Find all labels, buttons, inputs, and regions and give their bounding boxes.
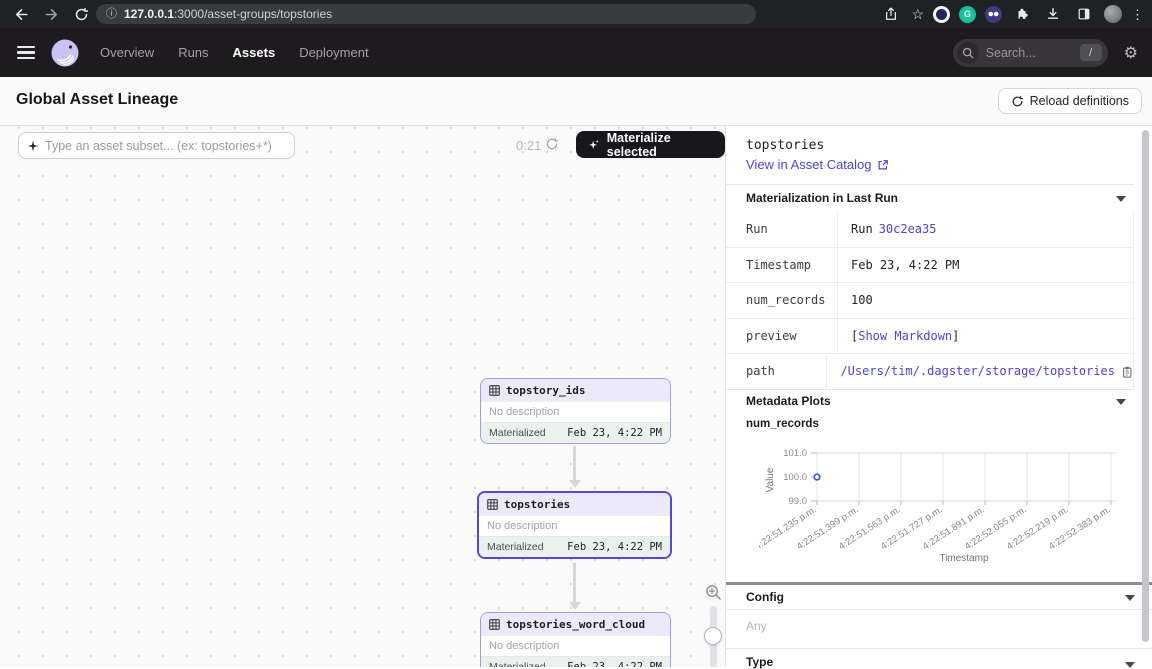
svg-text:100.0: 100.0: [783, 472, 807, 483]
node-status-row: Materialized Feb 23, 4:22 PM: [481, 422, 670, 443]
selected-asset-name: topstories: [746, 138, 824, 153]
sidebar-toggle-icon[interactable]: [1073, 3, 1095, 25]
bookmark-star-icon[interactable]: ☆: [911, 7, 924, 21]
collapse-caret-icon[interactable]: [1116, 399, 1126, 405]
metadata-table: Run Run 30c2ea35 Timestamp Feb 23, 4:22 …: [726, 211, 1134, 389]
extension-grammarly-icon[interactable]: G: [959, 6, 976, 23]
panel-scrollbar[interactable]: [1142, 130, 1149, 642]
global-search[interactable]: /: [953, 39, 1108, 67]
nav-item-deployment[interactable]: Deployment: [299, 45, 368, 60]
show-markdown-link[interactable]: Show Markdown: [858, 329, 952, 343]
node-description: No description: [481, 401, 670, 422]
content-area: 0:21 Materialize selected topstory_ids N…: [0, 125, 1152, 666]
external-link-icon: [877, 159, 889, 171]
lineage-edge-arrowhead: [569, 480, 581, 488]
zoom-slider-handle[interactable]: [704, 627, 722, 645]
refresh-timer: 0:21: [516, 138, 541, 153]
back-icon[interactable]: [10, 3, 32, 25]
metadata-row-preview: preview [Show Markdown]: [726, 318, 1133, 354]
forward-icon[interactable]: [40, 3, 62, 25]
section-metadata-plots[interactable]: Metadata Plots: [726, 389, 1134, 412]
asset-subset-input[interactable]: [45, 139, 286, 153]
search-shortcut-badge: /: [1080, 44, 1102, 61]
metadata-row-timestamp: Timestamp Feb 23, 4:22 PM: [726, 247, 1133, 283]
asset-node-topstories[interactable]: topstories No description Materialized F…: [477, 491, 672, 559]
node-status-row: Materialized Feb 23, 4:22 PM: [481, 656, 670, 667]
num-records-chart: 101.0 100.0 99.0 Value Timestamp 4:22:51…: [759, 441, 1131, 573]
metadata-row-path: path /Users/tim/.dagster/storage/topstor…: [726, 353, 1133, 389]
config-value: Any: [746, 619, 767, 633]
lineage-edge-arrowhead: [569, 602, 581, 610]
path-link[interactable]: /Users/tim/.dagster/storage/topstories: [840, 364, 1115, 378]
page-title: Global Asset Lineage: [16, 91, 178, 109]
asset-node-topstory-ids[interactable]: topstory_ids No description Materialized…: [480, 378, 671, 444]
extensions-puzzle-icon[interactable]: [1011, 3, 1033, 25]
browser-menu-icon[interactable]: ⋮: [1131, 8, 1144, 21]
svg-text:99.0: 99.0: [789, 496, 808, 507]
address-bar[interactable]: ⓘ 127.0.0.1:3000/asset-groups/topstories: [96, 4, 756, 24]
materialize-selected-button[interactable]: Materialize selected: [576, 131, 725, 158]
asset-graph-panel[interactable]: 0:21 Materialize selected topstory_ids N…: [0, 126, 725, 667]
downloads-icon[interactable]: [1042, 3, 1064, 25]
gear-icon[interactable]: ⚙: [1124, 43, 1138, 63]
table-icon: [489, 385, 500, 396]
hamburger-menu-icon[interactable]: [17, 46, 35, 60]
lineage-edge: [573, 446, 576, 480]
node-description: No description: [481, 635, 670, 656]
svg-text:Timestamp: Timestamp: [939, 553, 989, 564]
primary-nav: Overview Runs Assets Deployment: [100, 45, 369, 60]
asset-details-panel: topstories View in Asset Catalog Materia…: [725, 126, 1152, 667]
copy-icon[interactable]: [1121, 365, 1133, 378]
data-point: [814, 474, 820, 480]
op-selector-icon: [27, 140, 39, 152]
node-status-row: Materialized Feb 23, 4:22 PM: [479, 536, 670, 557]
plot-title: num_records: [746, 418, 819, 430]
site-info-icon[interactable]: ⓘ: [106, 9, 117, 20]
collapse-caret-icon[interactable]: [1125, 662, 1135, 668]
nav-item-assets[interactable]: Assets: [233, 45, 276, 60]
url-text[interactable]: 127.0.0.1:3000/asset-groups/topstories: [124, 7, 332, 21]
extension-goggles-icon[interactable]: [985, 6, 1002, 23]
svg-text:Value: Value: [765, 467, 776, 492]
node-description: No description: [479, 515, 670, 536]
lineage-edge: [573, 563, 576, 602]
asset-node-topstories-word-cloud[interactable]: topstories_word_cloud No description Mat…: [480, 612, 671, 667]
dagster-logo[interactable]: [50, 38, 80, 68]
table-icon: [489, 619, 500, 630]
sparkle-icon: [588, 138, 600, 151]
section-type[interactable]: Type: [726, 648, 1152, 667]
reload-icon[interactable]: [70, 3, 92, 25]
table-icon: [487, 499, 498, 510]
reload-definitions-button[interactable]: Reload definitions: [998, 88, 1142, 114]
search-icon: [957, 42, 979, 64]
app-navbar: Overview Runs Assets Deployment / ⚙: [0, 28, 1152, 77]
run-id-link[interactable]: 30c2ea35: [879, 222, 937, 236]
collapse-caret-icon[interactable]: [1125, 595, 1135, 601]
browser-toolbar: ⓘ 127.0.0.1:3000/asset-groups/topstories…: [0, 0, 1152, 28]
share-icon[interactable]: [880, 3, 902, 25]
timer-refresh-icon[interactable]: [545, 137, 559, 156]
refresh-icon: [1011, 95, 1024, 108]
zoom-in-icon[interactable]: [705, 584, 722, 606]
search-input[interactable]: [979, 46, 1080, 60]
section-materialization[interactable]: Materialization in Last Run: [726, 184, 1134, 211]
nav-item-overview[interactable]: Overview: [100, 45, 154, 60]
profile-avatar[interactable]: [1104, 5, 1122, 23]
asset-subset-filter[interactable]: [18, 132, 295, 159]
metadata-row-run: Run Run 30c2ea35: [726, 211, 1133, 247]
view-in-asset-catalog-link[interactable]: View in Asset Catalog: [746, 157, 889, 172]
svg-text:101.0: 101.0: [783, 448, 807, 459]
metadata-row-num-records: num_records 100: [726, 282, 1133, 318]
collapse-caret-icon[interactable]: [1116, 196, 1126, 202]
nav-item-runs[interactable]: Runs: [178, 45, 208, 60]
extension-clock-icon[interactable]: [933, 6, 950, 23]
page-header: Global Asset Lineage Reload definitions: [0, 77, 1152, 125]
section-config[interactable]: Config: [726, 585, 1152, 610]
